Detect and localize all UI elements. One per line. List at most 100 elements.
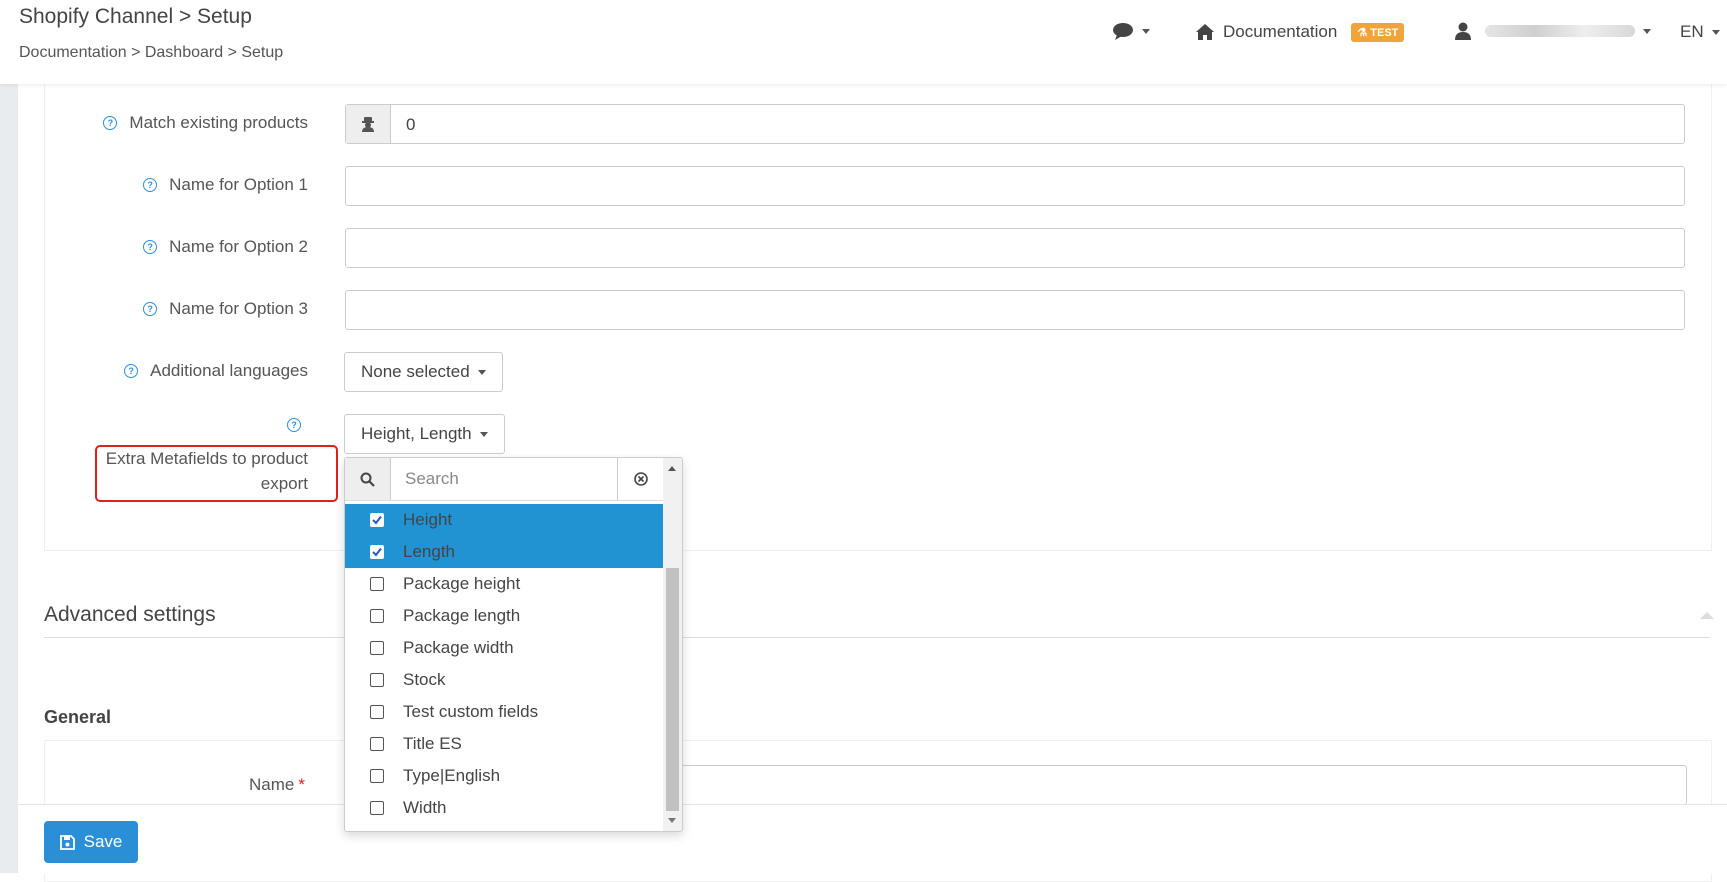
- collapse-arrow-icon[interactable]: [1700, 612, 1714, 619]
- clear-circle-icon: [634, 472, 648, 486]
- extra-metafields-select[interactable]: Height, Length: [344, 414, 505, 454]
- help-icon[interactable]: ?: [143, 178, 158, 192]
- dropdown-option[interactable]: Package height: [345, 568, 663, 600]
- clear-search-button[interactable]: [617, 458, 664, 500]
- help-icon[interactable]: ?: [103, 116, 118, 130]
- user-secret-icon: [362, 117, 374, 132]
- chevron-down-icon: [1142, 28, 1150, 34]
- save-button[interactable]: Save: [44, 821, 138, 863]
- dropdown-option[interactable]: Title ES: [345, 728, 663, 760]
- dropdown-scrollbar[interactable]: [663, 458, 682, 831]
- checkbox-unchecked[interactable]: [370, 801, 384, 815]
- dropdown-options: Height Length Package height Package length…: [345, 504, 663, 824]
- required-mark: *: [298, 775, 305, 794]
- option3-label-text: Name for Option 3: [169, 299, 308, 318]
- scrollbar-thumb[interactable]: [666, 568, 679, 811]
- dropdown-option[interactable]: Package length: [345, 600, 663, 632]
- language-label: EN: [1680, 22, 1704, 41]
- checkbox-unchecked[interactable]: [370, 737, 384, 751]
- top-bar: Shopify Channel > Setup Documentation > …: [0, 0, 1727, 84]
- dropdown-option[interactable]: Length: [345, 536, 663, 568]
- dropdown-option[interactable]: Stock: [345, 664, 663, 696]
- metafields-dropdown[interactable]: Height Length Package height Package length…: [344, 457, 683, 832]
- dropdown-search-input[interactable]: [391, 458, 615, 500]
- option2-label: ? Name for Option 2: [143, 237, 308, 257]
- dropdown-option[interactable]: Test custom fields: [345, 696, 663, 728]
- search-addon: [345, 458, 391, 500]
- match-existing-addon: [346, 105, 391, 143]
- language-menu[interactable]: EN: [1680, 22, 1720, 42]
- dropdown-option[interactable]: Width: [345, 792, 663, 824]
- help-icon[interactable]: ?: [124, 364, 139, 378]
- match-existing-input[interactable]: 0: [345, 104, 1685, 144]
- scroll-up-icon[interactable]: [668, 466, 676, 471]
- dropdown-option-label: Type|English: [403, 766, 501, 785]
- user-menu[interactable]: [1455, 22, 1651, 40]
- general-section-title: General: [44, 707, 112, 727]
- dropdown-option-label: Width: [403, 798, 447, 817]
- checkmark-icon: [372, 547, 382, 557]
- documentation-link[interactable]: Documentation ⚗ TEST: [1195, 22, 1405, 42]
- additional-languages-label: ? Additional languages: [124, 361, 308, 381]
- documentation-label: Documentation: [1223, 22, 1338, 41]
- dropdown-option-label: Package height: [403, 574, 521, 593]
- chevron-down-icon: [477, 369, 486, 375]
- flask-icon: ⚗: [1357, 26, 1368, 39]
- dropdown-option[interactable]: Height: [345, 504, 663, 536]
- test-badge-label: TEST: [1370, 26, 1399, 39]
- dropdown-option-label: Height: [403, 510, 453, 529]
- checkbox-unchecked[interactable]: [370, 641, 384, 655]
- option2-label-text: Name for Option 2: [169, 237, 308, 256]
- scroll-down-icon[interactable]: [668, 818, 676, 823]
- help-icon[interactable]: ?: [287, 418, 301, 432]
- user-name-redacted: [1485, 25, 1635, 37]
- checkbox-unchecked[interactable]: [370, 577, 384, 591]
- checkbox-unchecked[interactable]: [370, 769, 384, 783]
- checkbox-unchecked[interactable]: [370, 705, 384, 719]
- checkbox-unchecked[interactable]: [370, 609, 384, 623]
- option1-input[interactable]: [345, 166, 1685, 206]
- option2-input[interactable]: [345, 228, 1685, 268]
- test-badge: ⚗ TEST: [1351, 22, 1405, 42]
- checkbox-checked[interactable]: [370, 545, 384, 559]
- chevron-down-icon: [1711, 29, 1720, 35]
- breadcrumb[interactable]: Documentation > Dashboard > Setup: [19, 44, 283, 62]
- search-icon: [360, 472, 375, 487]
- checkbox-checked[interactable]: [370, 513, 384, 527]
- additional-languages-label-text: Additional languages: [150, 361, 308, 380]
- left-rail: [0, 0, 18, 873]
- help-icon[interactable]: ?: [143, 302, 158, 316]
- option1-label: ? Name for Option 1: [143, 175, 308, 195]
- match-existing-label-text: Match existing products: [129, 113, 308, 132]
- chat-menu[interactable]: [1112, 22, 1150, 40]
- chevron-down-icon: [1643, 28, 1651, 34]
- option1-label-text: Name for Option 1: [169, 175, 308, 194]
- dropdown-option[interactable]: Type|English: [345, 760, 663, 792]
- checkbox-unchecked[interactable]: [370, 673, 384, 687]
- dropdown-option-label: Title ES: [403, 734, 462, 753]
- dropdown-option[interactable]: Package width: [345, 632, 663, 664]
- dropdown-option-label: Test custom fields: [403, 702, 539, 721]
- option3-input[interactable]: [345, 290, 1685, 330]
- name-input[interactable]: [660, 765, 1687, 805]
- user-icon: [1455, 22, 1471, 40]
- page-title: Shopify Channel > Setup: [19, 5, 252, 28]
- home-icon: [1196, 24, 1214, 40]
- help-icon[interactable]: ?: [143, 240, 158, 254]
- checkmark-icon: [372, 515, 382, 525]
- dropdown-search: [345, 458, 664, 501]
- additional-languages-select[interactable]: None selected: [344, 352, 503, 392]
- chevron-down-icon: [479, 431, 488, 437]
- extra-metafields-label: Extra Metafields to product export: [105, 449, 308, 493]
- divider: [44, 637, 1710, 638]
- footer-bar: [18, 804, 1727, 874]
- option3-label: ? Name for Option 3: [143, 299, 308, 319]
- dropdown-option-label: Package width: [403, 638, 514, 657]
- name-label: Name *: [249, 775, 305, 795]
- match-existing-value: 0: [406, 115, 416, 134]
- advanced-settings-title[interactable]: Advanced settings: [44, 603, 216, 627]
- chat-bubble-icon: [1113, 23, 1133, 40]
- name-label-text: Name: [249, 775, 295, 794]
- dropdown-option-label: Stock: [403, 670, 446, 689]
- floppy-disk-icon: [59, 834, 75, 850]
